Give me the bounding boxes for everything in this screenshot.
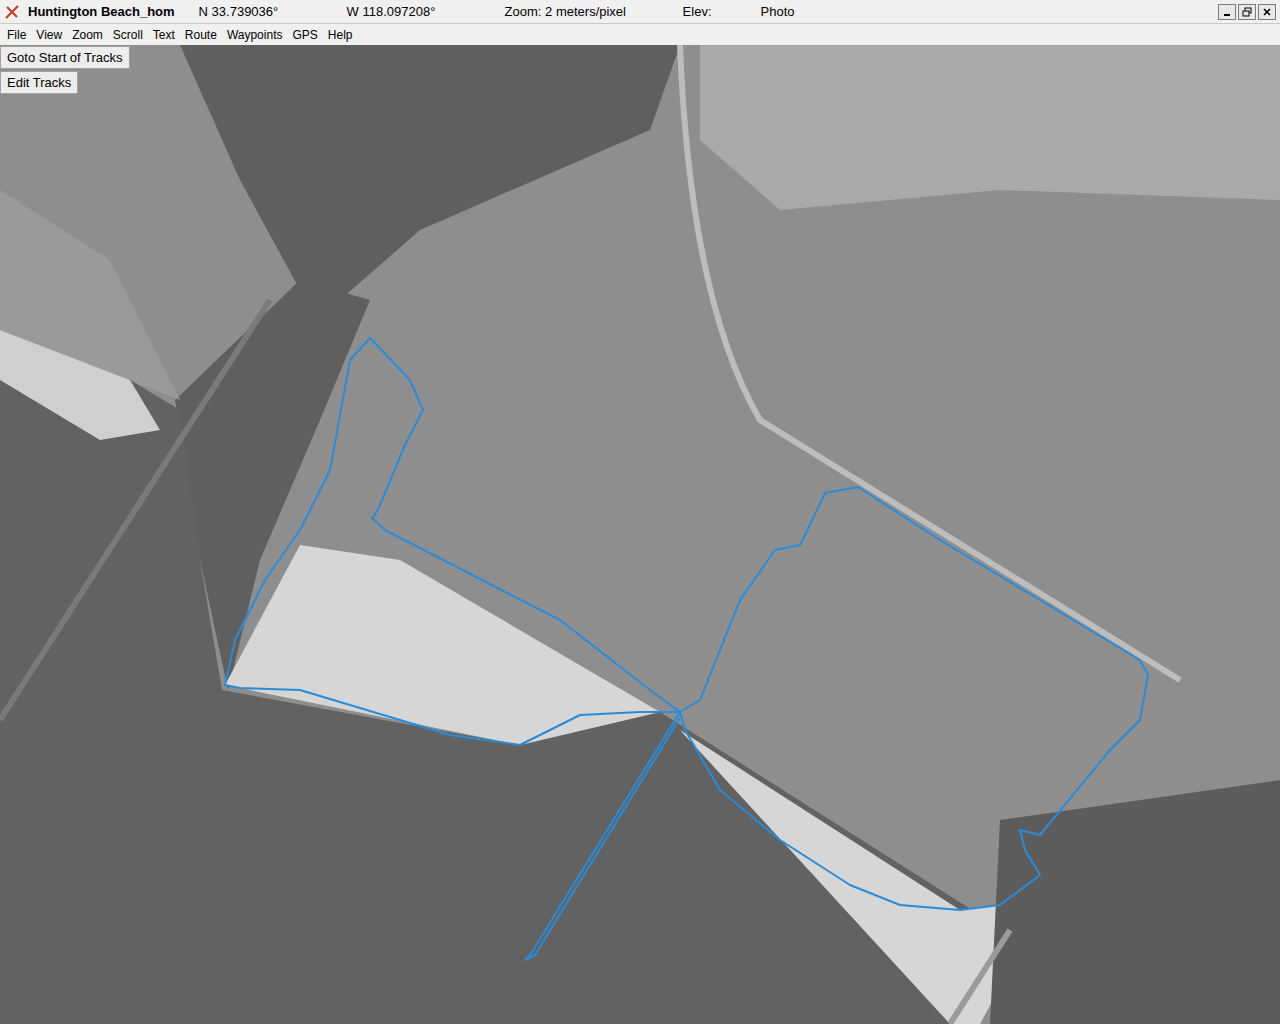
map-name: Huntington Beach_hom <box>28 2 175 22</box>
longitude: W 118.097208° <box>347 2 497 22</box>
app-icon <box>4 4 20 20</box>
menu-item[interactable]: View <box>31 26 67 44</box>
latitude: N 33.739036° <box>199 2 339 22</box>
close-icon <box>1262 7 1272 17</box>
map-button[interactable]: Edit Tracks <box>0 71 78 94</box>
menu-item[interactable]: GPS <box>287 26 322 44</box>
track-segment[interactable] <box>680 487 1148 910</box>
map-view[interactable]: Goto Start of TracksEdit Tracks <box>0 45 1280 1024</box>
menu-item[interactable]: Waypoints <box>222 26 288 44</box>
aerial-photo <box>0 45 1280 1024</box>
menu-item[interactable]: Zoom <box>67 26 108 44</box>
menu-bar: FileViewZoomScrollTextRouteWaypointsGPSH… <box>0 24 1280 45</box>
map-button[interactable]: Goto Start of Tracks <box>0 46 130 69</box>
layer: Photo <box>761 2 795 22</box>
menu-item[interactable]: File <box>2 26 31 44</box>
menu-item[interactable]: Text <box>148 26 180 44</box>
gps-track <box>0 45 1280 1024</box>
track-segment[interactable] <box>525 712 680 960</box>
app-window: Huntington Beach_hom N 33.739036° W 118.09… <box>0 0 1280 1024</box>
close-button[interactable] <box>1258 4 1276 20</box>
minimize-icon <box>1222 7 1232 17</box>
menu-item[interactable]: Help <box>323 26 358 44</box>
menu-item[interactable]: Route <box>180 26 222 44</box>
maximize-button[interactable] <box>1238 4 1256 20</box>
restore-icon <box>1242 7 1252 17</box>
title-bar: Huntington Beach_hom N 33.739036° W 118.09… <box>0 0 1280 24</box>
track-segment[interactable] <box>225 338 680 745</box>
zoom-level: Zoom: 2 meters/pixel <box>505 2 675 22</box>
menu-item[interactable]: Scroll <box>108 26 148 44</box>
elevation: Elev: <box>683 2 753 22</box>
minimize-button[interactable] <box>1218 4 1236 20</box>
